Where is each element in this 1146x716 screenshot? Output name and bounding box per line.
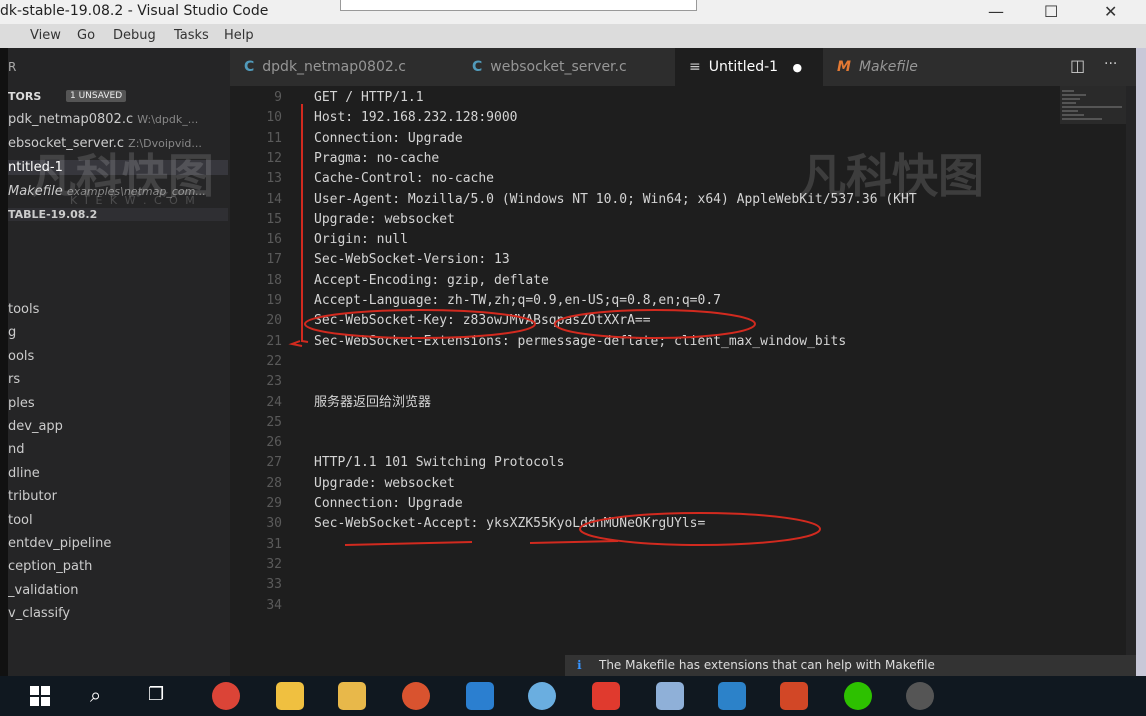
window-title: dk-stable-19.08.2 - Visual Studio Code [0,3,269,19]
tab-makefile[interactable]: M Makefile [823,48,972,86]
app-icon[interactable] [656,682,684,710]
tree-item[interactable]: tributor [8,489,228,504]
overlay-popup [340,0,697,11]
maximize-button[interactable]: ☐ [1044,2,1058,21]
arrow-annotation [288,340,303,347]
search-icon[interactable]: ⌕ [90,683,101,707]
chrome-icon[interactable] [212,682,240,710]
menu-tasks[interactable]: Tasks [174,28,209,43]
tab-websocket-server[interactable]: Cwebsocket_server.c [458,48,682,86]
minimap-line [1062,110,1078,112]
c-file-icon: C [244,59,255,75]
tree-item[interactable]: entdev_pipeline [8,536,228,551]
key-value-circle [554,309,756,339]
title-bar: dk-stable-19.08.2 - Visual Studio Code —… [0,0,1146,24]
wechat-icon[interactable] [844,682,872,710]
code-editor[interactable]: 9 GET / HTTP/1.1 10 Host: 192.168.232.128:9… [230,86,1060,666]
tab-untitled[interactable]: ≡ Untitled-1 ● [675,48,837,86]
menu-bar: View Go Debug Tasks Help [0,24,1146,48]
split-editor-icon[interactable]: ◫ [1070,56,1085,75]
red-annotations [288,104,821,546]
tree-item[interactable]: g [8,325,228,340]
more-actions-icon[interactable]: ··· [1104,56,1117,72]
windows-taskbar: ⌕ ❐ [0,676,1146,716]
tab-label: websocket_server.c [490,59,627,75]
menu-help[interactable]: Help [224,28,254,43]
tree-item[interactable]: ools [8,349,228,364]
tree-item[interactable]: nd [8,442,228,457]
tab-label: dpdk_netmap0802.c [262,59,406,75]
open-editor-item[interactable]: pdk_netmap0802.c W:\dpdk_... [8,112,228,127]
file-explorer-icon[interactable] [338,682,366,710]
tab-bar: Cdpdk_netmap0802.c Cwebsocket_server.c ≡… [230,48,1136,86]
app-icon[interactable] [276,682,304,710]
notification-toast[interactable]: ℹ The Makefile has extensions that can h… [565,655,1136,676]
open-editor-name: ebsocket_server.c [8,136,125,151]
sidebar-title: R [8,60,17,74]
task-view-icon[interactable]: ❐ [148,684,164,705]
open-editor-item[interactable]: ebsocket_server.c Z:\Dvoipvid... [8,136,228,151]
windows-start-icon[interactable] [30,686,50,706]
vertical-scrollbar[interactable] [1126,86,1136,666]
menu-go[interactable]: Go [77,28,95,43]
tree-item[interactable]: _validation [8,583,228,598]
minimap-line [1062,102,1076,104]
minimap-line [1062,90,1074,92]
tree-item[interactable]: tools [8,302,228,317]
menu-debug[interactable]: Debug [113,28,156,43]
vscode-icon[interactable] [466,682,494,710]
tree-item[interactable]: dline [8,466,228,481]
bracket-annotation [301,104,309,343]
c-file-icon: C [472,59,483,75]
tree-item[interactable]: rs [8,372,228,387]
app-icon[interactable] [906,682,934,710]
minimap-line [1062,98,1080,100]
open-editor-path: W:\dpdk_... [137,113,199,126]
open-editors-header[interactable]: TORS [8,90,41,103]
close-button[interactable]: ✕ [1104,2,1117,21]
app-icon[interactable] [718,682,746,710]
activity-bar [0,48,8,716]
explorer-sidebar: R TORS 1 UNSAVED pdk_netmap0802.c W:\dpd… [8,48,230,676]
tree-item[interactable]: ception_path [8,559,228,574]
app-icon[interactable] [402,682,430,710]
minimap-line [1062,94,1086,96]
folder-header[interactable]: TABLE-19.08.2 [8,208,228,221]
text-file-icon: ≡ [689,59,701,75]
tree-item[interactable]: dev_app [8,419,228,434]
minimize-button[interactable]: — [988,2,1004,21]
makefile-icon: M [837,59,851,75]
background-window-edge [1136,48,1146,676]
tab-dpdk-netmap[interactable]: Cdpdk_netmap0802.c [230,48,459,86]
unsaved-dot-icon[interactable]: ● [793,61,803,74]
minimap[interactable] [1060,86,1126,666]
info-icon: ℹ [577,658,582,672]
app-icon[interactable] [528,682,556,710]
open-editor-path: Z:\Dvoipvid... [128,137,202,150]
watermark-left-sub: K I E K W . C O M [70,194,197,207]
tree-item[interactable]: ples [8,396,228,411]
request-key-circle [304,309,536,339]
open-editor-item[interactable]: ntitled-1 [8,160,228,175]
unsaved-badge: 1 UNSAVED [66,90,127,102]
minimap-line [1062,106,1122,108]
minimap-line [1062,114,1084,116]
value-underline [529,540,619,544]
powerpoint-icon[interactable] [780,682,808,710]
open-editor-name: Makefile [8,184,63,199]
tree-item[interactable]: v_classify [8,606,228,621]
folder-name: TABLE-19.08.2 [8,208,98,221]
tab-label: Makefile [858,59,918,75]
menu-view[interactable]: View [30,28,61,43]
minimap-line [1062,118,1102,120]
open-editor-name: pdk_netmap0802.c [8,112,134,127]
notification-text: The Makefile has extensions that can hel… [599,658,935,672]
accept-underline [344,541,473,546]
tab-label: Untitled-1 [708,59,779,75]
pdf-icon[interactable] [592,682,620,710]
tree-item[interactable]: tool [8,513,228,528]
open-editor-name: ntitled-1 [8,160,63,175]
